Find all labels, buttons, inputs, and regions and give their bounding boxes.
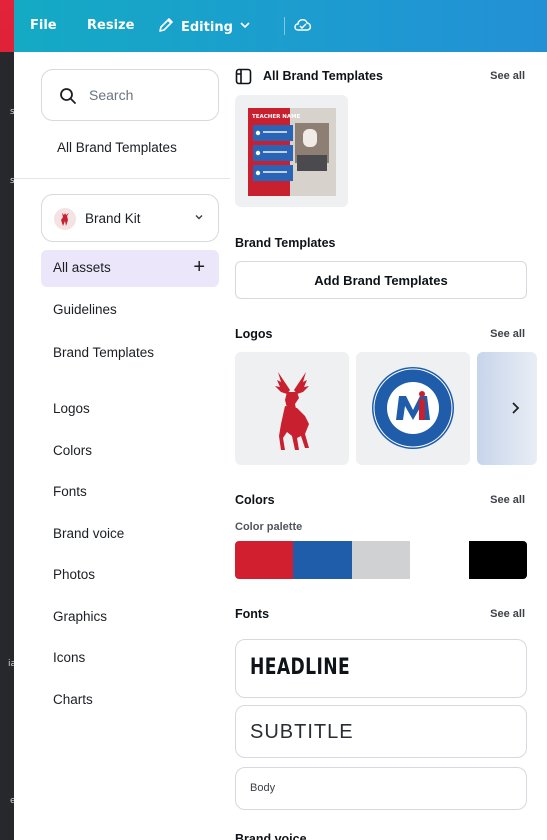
logo-tile-stag[interactable] <box>235 352 349 465</box>
sidebar-item-brand-templates[interactable]: Brand Templates <box>53 345 154 360</box>
font-sample-body[interactable]: Body <box>235 767 527 810</box>
logo-tile-bishop-miege[interactable] <box>356 352 470 465</box>
see-all-colors-link[interactable]: See all <box>490 494 525 506</box>
sidebar-item-icons[interactable]: Icons <box>53 650 85 665</box>
brand-kit-avatar <box>54 208 76 230</box>
colors-title: Colors <box>235 493 275 507</box>
template-thumb-title: TEACHER NAME <box>252 114 301 120</box>
chevron-down-icon <box>194 212 204 225</box>
sidebar-item-all-assets[interactable]: All assets + <box>41 250 219 287</box>
file-menu[interactable]: File <box>30 18 57 33</box>
sidebar-item-colors[interactable]: Colors <box>53 443 92 458</box>
headline-font-text: HEADLINE <box>250 655 351 680</box>
brand-templates-title: Brand Templates <box>235 236 336 250</box>
color-swatch-red[interactable] <box>235 541 294 579</box>
toolbar-divider <box>284 17 285 35</box>
font-sample-subtitle[interactable]: SUBTITLE <box>235 705 527 758</box>
sidebar-item-graphics[interactable]: Graphics <box>53 609 107 624</box>
cloud-save-status[interactable] <box>292 15 314 39</box>
brand-sidebar: Search All Brand Templates Brand Kit All… <box>14 52 230 840</box>
sidebar-item-fonts[interactable]: Fonts <box>53 484 87 499</box>
see-all-logos-link[interactable]: See all <box>490 328 525 340</box>
color-palette <box>235 541 527 579</box>
file-menu-label: File <box>30 18 57 33</box>
editing-mode-dropdown[interactable]: Editing <box>157 16 251 38</box>
pencil-icon <box>157 16 175 38</box>
all-assets-label: All assets <box>53 260 111 275</box>
chevron-down-icon <box>239 19 251 35</box>
brand-kit-selector[interactable]: Brand Kit <box>41 194 219 242</box>
brand-voice-title: Brand voice <box>235 832 307 840</box>
brand-kit-label: Brand Kit <box>85 211 141 226</box>
all-brand-templates-title: All Brand Templates <box>263 69 383 83</box>
chevron-right-icon[interactable] <box>507 400 523 416</box>
sidebar-item-guidelines[interactable]: Guidelines <box>53 302 117 317</box>
search-placeholder: Search <box>89 87 134 103</box>
add-brand-templates-label: Add Brand Templates <box>314 272 448 288</box>
sidebar-divider <box>14 178 230 179</box>
see-all-fonts-link[interactable]: See all <box>490 608 525 620</box>
subtitle-font-text: SUBTITLE <box>250 721 354 743</box>
color-swatch-blue[interactable] <box>293 541 352 579</box>
search-input[interactable]: Search <box>41 69 219 121</box>
stag-logo <box>275 372 309 450</box>
body-font-text: Body <box>250 782 276 794</box>
brand-template-icon <box>235 68 252 90</box>
editing-label: Editing <box>181 19 233 35</box>
sidebar-item-all-brand-templates[interactable]: All Brand Templates <box>57 140 177 155</box>
add-brand-templates-button[interactable]: Add Brand Templates <box>235 261 527 299</box>
brand-assets-panel: All Brand Templates See all TEACHER NAME… <box>230 52 547 840</box>
font-sample-headline[interactable]: HEADLINE <box>235 639 527 698</box>
color-swatch-white[interactable] <box>410 541 469 579</box>
top-toolbar: File Resize Editing <box>14 0 547 52</box>
fonts-title: Fonts <box>235 607 270 621</box>
editor-side-rail: s s ia e <box>0 52 16 840</box>
add-icon[interactable]: + <box>193 256 205 278</box>
resize-label: Resize <box>87 18 135 33</box>
see-all-templates-link[interactable]: See all <box>490 70 525 82</box>
color-swatch-gray[interactable] <box>351 541 411 579</box>
search-icon <box>60 88 76 104</box>
bishop-miege-seal-logo <box>372 367 454 449</box>
sidebar-item-brand-voice[interactable]: Brand voice <box>53 526 124 541</box>
logos-title: Logos <box>235 327 273 341</box>
color-palette-label: Color palette <box>235 521 303 533</box>
sidebar-item-logos[interactable]: Logos <box>53 401 90 416</box>
resize-button[interactable]: Resize <box>87 18 134 33</box>
cloud-check-icon <box>292 15 314 39</box>
sidebar-item-charts[interactable]: Charts <box>53 692 93 707</box>
sidebar-item-photos[interactable]: Photos <box>53 567 95 582</box>
color-swatch-black[interactable] <box>468 541 527 579</box>
brand-template-thumbnail[interactable]: TEACHER NAME <box>235 95 348 207</box>
